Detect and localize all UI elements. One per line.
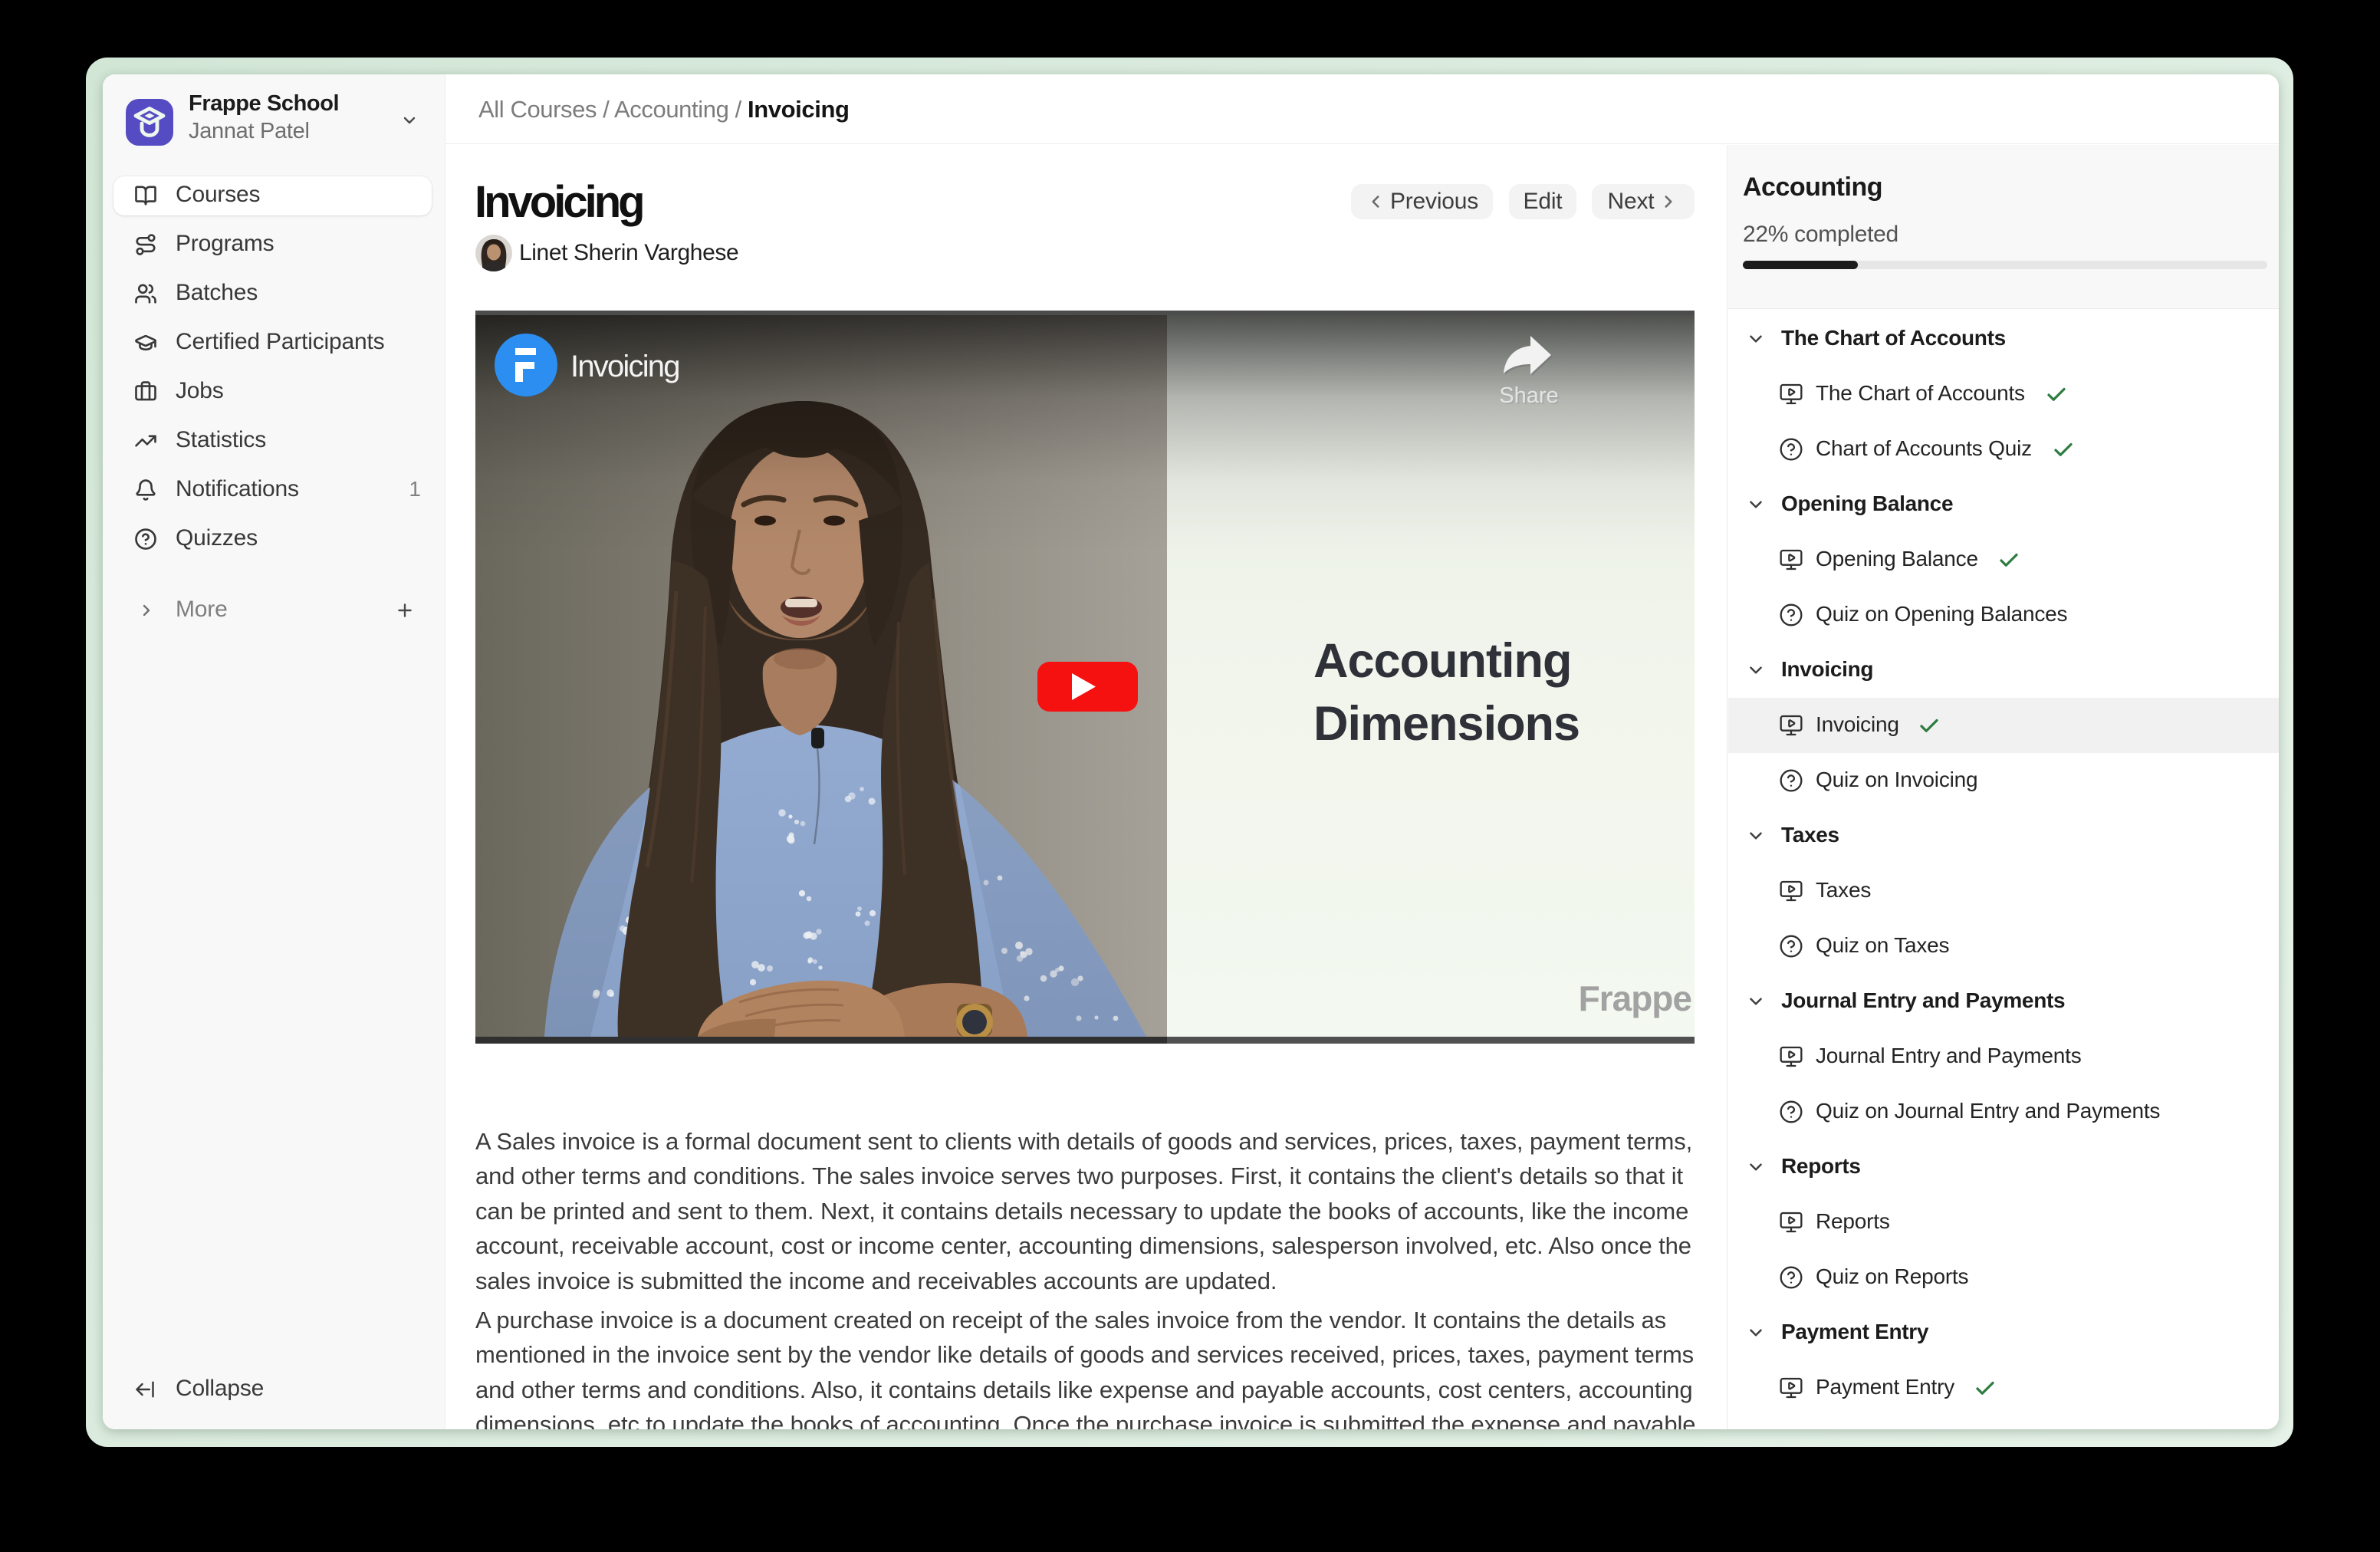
svg-text:Dimensions: Dimensions <box>1313 697 1580 751</box>
svg-text:Share: Share <box>1499 383 1558 408</box>
svg-text:Accounting: Accounting <box>1313 634 1571 688</box>
svg-text:Invoicing: Invoicing <box>570 350 679 383</box>
svg-text:Frappe: Frappe <box>1579 978 1692 1018</box>
